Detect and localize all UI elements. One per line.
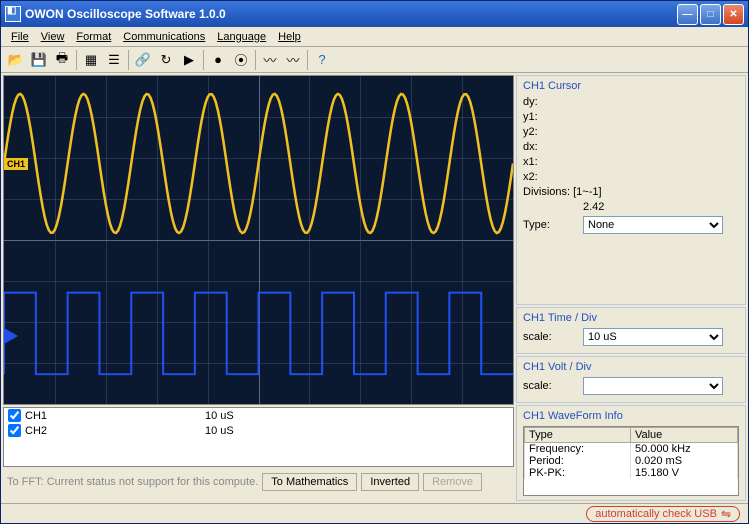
main-area: CH1 CH1 10 uS CH2 10 uS To FFT: Current … (1, 73, 748, 503)
cursor-x2-label: x2: (523, 171, 583, 183)
toolbar-separator (128, 50, 129, 70)
timediv-group: CH1 Time / Div scale: 10 uS (516, 307, 746, 354)
table-row[interactable]: PK-PK: 15.180 V (525, 467, 738, 479)
cursor-type-select[interactable]: None (583, 216, 723, 234)
play-icon[interactable]: ▶ (178, 49, 200, 71)
ch1-timediv: 10 uS (205, 410, 234, 422)
ch1-name: CH1 (25, 410, 205, 422)
menu-format[interactable]: Format (70, 29, 117, 45)
ch1-checkbox[interactable] (8, 409, 21, 422)
cursor-divisions-value: 2.42 (583, 201, 604, 213)
cursor-divisions-label: Divisions: [1~-1] (523, 186, 602, 198)
record-icon[interactable]: ● (207, 49, 229, 71)
menu-help[interactable]: Help (272, 29, 307, 45)
freq-value: 50.000 kHz (630, 443, 737, 456)
toolbar-separator (203, 50, 204, 70)
fft-status-text: To FFT: Current status not support for t… (7, 476, 258, 488)
cursor-x1-label: x1: (523, 156, 583, 168)
waveinfo-group: CH1 WaveForm Info Type Value Frequency: … (516, 405, 746, 501)
cursor-y1-label: y1: (523, 111, 583, 123)
help-icon[interactable]: ? (311, 49, 333, 71)
voltdiv-scale-label: scale: (523, 380, 583, 392)
window-title: OWON Oscilloscope Software 1.0.0 (25, 7, 677, 21)
scope-display[interactable]: CH1 (3, 75, 514, 405)
period-label: Period: (525, 455, 631, 467)
auto-check-usb[interactable]: automatically check USB ⇋ (586, 506, 740, 522)
pkpk-value: 15.180 V (630, 467, 737, 479)
cursor-dx-label: dx: (523, 141, 583, 153)
pkpk-label: PK-PK: (525, 467, 631, 479)
cursor-group: CH1 Cursor dy: y1: y2: dx: x1: x2: Divis… (516, 75, 746, 305)
remove-button[interactable]: Remove (423, 473, 482, 491)
app-icon (5, 6, 21, 22)
ch2-marker-icon[interactable] (4, 328, 18, 344)
wave-icon[interactable]: 〰 (259, 49, 281, 71)
timediv-title: CH1 Time / Div (523, 312, 739, 324)
toolbar-separator (307, 50, 308, 70)
open-icon[interactable]: 📂 (5, 49, 27, 71)
bottom-bar: To FFT: Current status not support for t… (3, 469, 514, 495)
menu-view[interactable]: View (35, 29, 71, 45)
statusbar: automatically check USB ⇋ (1, 503, 748, 523)
record2-icon[interactable]: ⦿ (230, 49, 252, 71)
ch1-badge[interactable]: CH1 (4, 158, 28, 170)
channel-list: CH1 10 uS CH2 10 uS (3, 407, 514, 467)
voltdiv-scale-select[interactable] (583, 377, 723, 395)
close-button[interactable]: ✕ (723, 4, 744, 25)
table-row[interactable]: Period: 0.020 mS (525, 455, 738, 467)
print-icon[interactable]: 🖶 (51, 49, 73, 71)
period-value: 0.020 mS (630, 455, 737, 467)
waveinfo-col-type: Type (525, 428, 631, 443)
to-mathematics-button[interactable]: To Mathematics (262, 473, 357, 491)
freq-label: Frequency: (525, 443, 631, 456)
ch2-checkbox[interactable] (8, 424, 21, 437)
inverted-button[interactable]: Inverted (361, 473, 419, 491)
toolbar-separator (76, 50, 77, 70)
maximize-button[interactable]: □ (700, 4, 721, 25)
app-window: OWON Oscilloscope Software 1.0.0 — □ ✕ F… (0, 0, 749, 524)
cursor-title: CH1 Cursor (523, 80, 739, 92)
menu-file[interactable]: File (5, 29, 35, 45)
cursor-y2-label: y2: (523, 126, 583, 138)
refresh-icon[interactable]: ↻ (155, 49, 177, 71)
channel-row-ch1[interactable]: CH1 10 uS (4, 408, 513, 423)
link-icon[interactable]: 🔗 (132, 49, 154, 71)
waveinfo-table: Type Value Frequency: 50.000 kHz Period:… (524, 427, 738, 479)
save-icon[interactable]: 💾 (28, 49, 50, 71)
right-panel: CH1 Cursor dy: y1: y2: dx: x1: x2: Divis… (516, 75, 746, 501)
cursor-dy-label: dy: (523, 96, 583, 108)
toolbar: 📂 💾 🖶 ▦ ☰ 🔗 ↻ ▶ ● ⦿ 〰 〰 ? (1, 47, 748, 73)
channel-row-ch2[interactable]: CH2 10 uS (4, 423, 513, 438)
auto-check-label: automatically check USB (595, 508, 717, 520)
voltdiv-title: CH1 Volt / Div (523, 361, 739, 373)
menu-communications[interactable]: Communications (117, 29, 211, 45)
timediv-scale-select[interactable]: 10 uS (583, 328, 723, 346)
cursor-type-label: Type: (523, 219, 583, 231)
wave2-icon[interactable]: 〰 (282, 49, 304, 71)
menu-language[interactable]: Language (211, 29, 272, 45)
ch2-timediv: 10 uS (205, 425, 234, 437)
minimize-button[interactable]: — (677, 4, 698, 25)
window-controls: — □ ✕ (677, 4, 744, 25)
voltdiv-group: CH1 Volt / Div scale: (516, 356, 746, 403)
ch2-name: CH2 (25, 425, 205, 437)
waveinfo-col-value: Value (630, 428, 737, 443)
timediv-scale-label: scale: (523, 331, 583, 343)
grid-icon[interactable]: ▦ (80, 49, 102, 71)
usb-icon: ⇋ (721, 507, 731, 521)
toolbar-separator (255, 50, 256, 70)
menubar: File View Format Communications Language… (1, 27, 748, 47)
left-panel: CH1 CH1 10 uS CH2 10 uS To FFT: Current … (3, 75, 514, 501)
titlebar[interactable]: OWON Oscilloscope Software 1.0.0 — □ ✕ (1, 1, 748, 27)
table-row[interactable]: Frequency: 50.000 kHz (525, 443, 738, 456)
waveinfo-title: CH1 WaveForm Info (523, 410, 739, 422)
list-icon[interactable]: ☰ (103, 49, 125, 71)
